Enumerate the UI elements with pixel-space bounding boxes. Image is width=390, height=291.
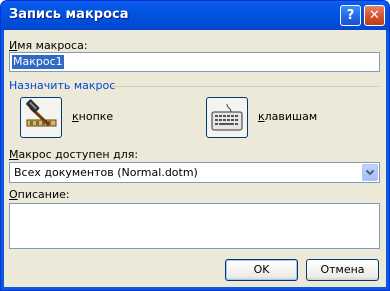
ok-button[interactable]: OK xyxy=(225,259,298,281)
cancel-button[interactable]: Отмена xyxy=(306,259,379,281)
assign-to-button-button[interactable] xyxy=(20,97,62,138)
store-macro-label: Макрос доступен для: xyxy=(9,148,139,161)
hammer-icon xyxy=(26,99,57,127)
dropdown-button[interactable] xyxy=(362,164,378,181)
assign-to-button-label: кнопке xyxy=(72,110,114,123)
assign-to-keyboard-button[interactable] xyxy=(206,97,248,138)
help-button[interactable]: ? xyxy=(340,5,361,26)
macro-name-input[interactable]: Макрос1 xyxy=(9,52,380,72)
group-divider xyxy=(111,86,379,87)
title-bar[interactable]: Запись макроса ? ✕ xyxy=(1,1,389,30)
dialog-body: Имя макроса: Макрос1 Назначить макрос кн… xyxy=(4,30,386,287)
store-macro-value: Всех документов (Normal.dotm) xyxy=(14,166,198,179)
description-label: Описание: xyxy=(9,188,70,201)
window-title: Запись макроса xyxy=(9,7,129,22)
help-icon: ? xyxy=(346,8,355,23)
assign-to-keyboard-label: клавишам xyxy=(258,110,318,123)
macro-name-value: Макрос1 xyxy=(12,55,64,69)
macro-name-label: Имя макроса: xyxy=(9,39,88,52)
close-button[interactable]: ✕ xyxy=(364,5,385,26)
assign-macro-group-title: Назначить макрос xyxy=(9,79,116,92)
chevron-down-icon xyxy=(365,169,375,176)
store-macro-select[interactable]: Всех документов (Normal.dotm) xyxy=(9,162,380,183)
description-textarea[interactable] xyxy=(9,203,380,249)
close-icon: ✕ xyxy=(369,8,380,23)
keyboard-icon xyxy=(211,103,243,131)
record-macro-dialog: Запись макроса ? ✕ Имя макроса: Макрос1 … xyxy=(0,0,390,291)
